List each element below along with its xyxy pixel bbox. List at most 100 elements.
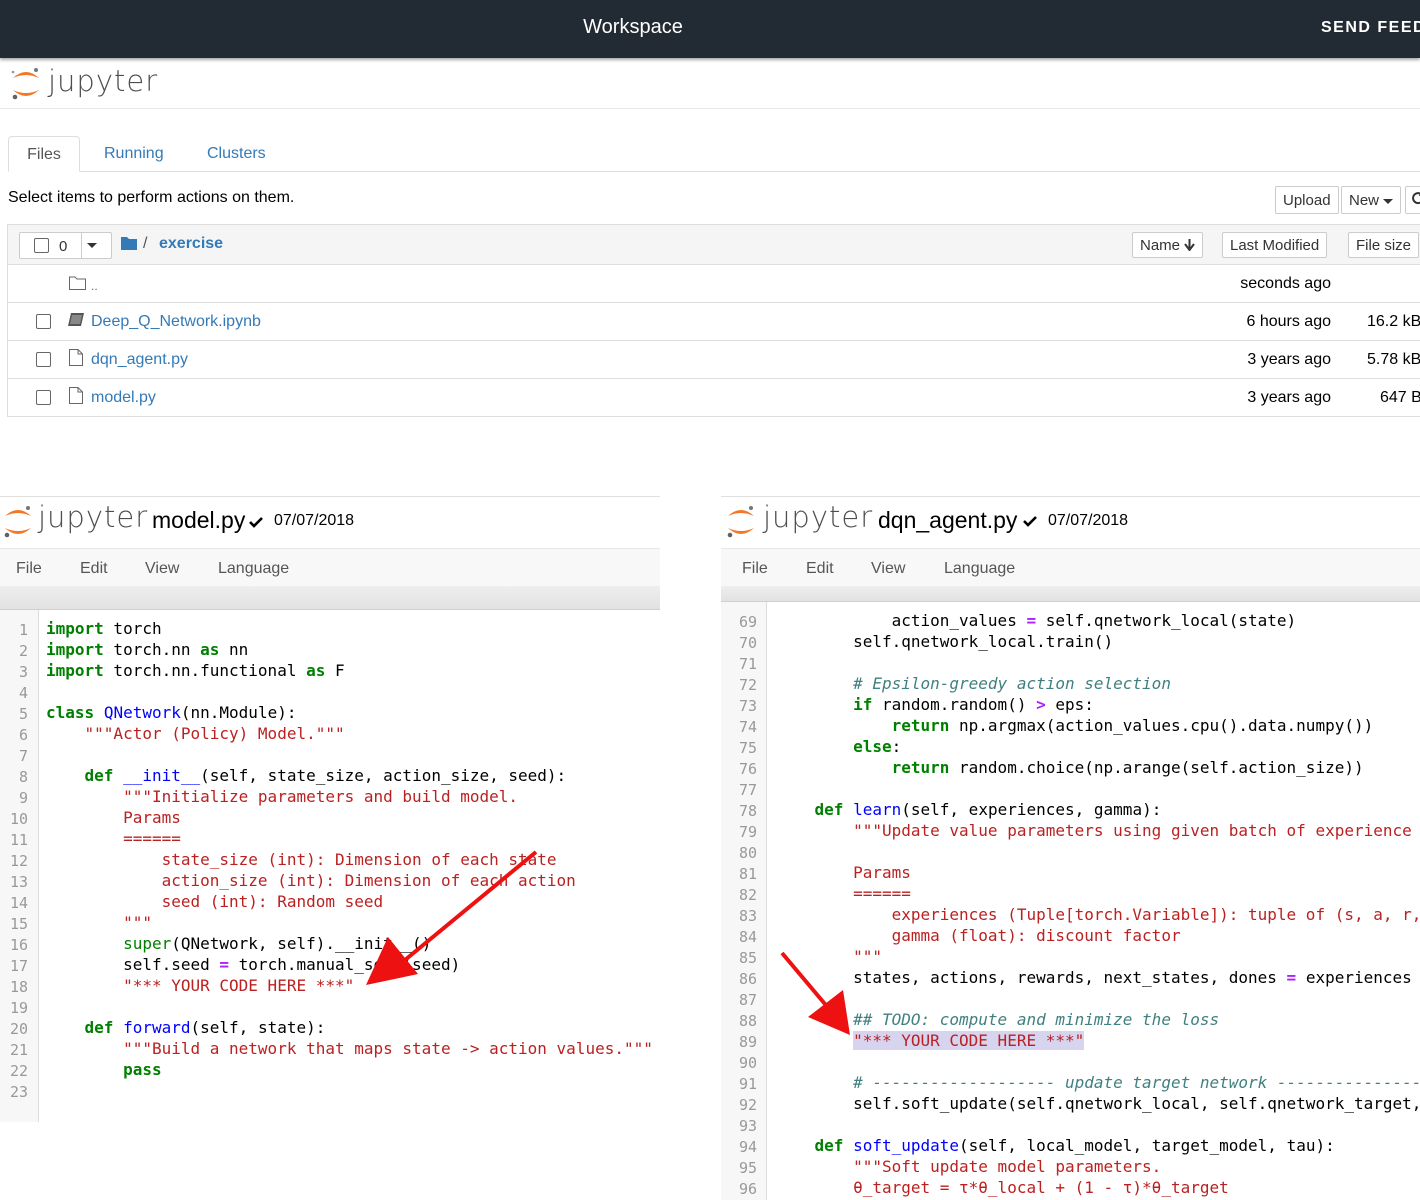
menu-edit[interactable]: Edit: [806, 560, 834, 578]
upload-button[interactable]: Upload: [1275, 186, 1339, 214]
row-checkbox[interactable]: [36, 314, 51, 329]
editor-date: 07/07/2018: [274, 512, 355, 529]
line-number: 15: [9, 915, 28, 933]
breadcrumb-exercise[interactable]: exercise: [159, 235, 223, 253]
folder-icon: [69, 276, 86, 290]
line-number: 74: [738, 718, 757, 736]
file-modified: 3 years ago: [1247, 351, 1331, 368]
list-item[interactable]: model.py 3 years ago 647 B: [8, 379, 1420, 417]
line-number: 75: [738, 739, 757, 757]
menu-language[interactable]: Language: [218, 560, 289, 578]
refresh-button[interactable]: [1405, 186, 1420, 214]
sort-name-label: Name: [1140, 237, 1181, 254]
line-number: 20: [9, 1020, 28, 1038]
header-divider: [0, 108, 1420, 109]
file-list: 0 / exercise Name Last Modified File siz…: [7, 224, 1420, 417]
line-number: 71: [738, 655, 757, 673]
editor-date: 07/07/2018: [1048, 512, 1129, 529]
menu-file[interactable]: File: [16, 560, 42, 578]
line-number: 19: [9, 999, 28, 1017]
sort-last-modified-button[interactable]: Last Modified: [1222, 232, 1328, 258]
line-number: 14: [9, 894, 28, 912]
line-number: 21: [9, 1041, 28, 1059]
file-name[interactable]: dqn_agent.py: [91, 351, 188, 369]
list-item[interactable]: .. seconds ago: [8, 265, 1420, 303]
row-checkbox[interactable]: [36, 390, 51, 405]
jupyter-logo-text: jupyter: [38, 500, 149, 534]
jupyter-logo[interactable]: jupyter: [10, 64, 157, 106]
file-modified: seconds ago: [1240, 275, 1331, 292]
tab-files[interactable]: Files: [8, 136, 80, 172]
line-number: 16: [9, 936, 28, 954]
line-number: 95: [738, 1159, 757, 1177]
send-feedback-button[interactable]: SEND FEED: [1321, 19, 1420, 37]
row-checkbox[interactable]: [36, 352, 51, 367]
line-number: 72: [738, 676, 757, 694]
sort-name-button[interactable]: Name: [1132, 232, 1204, 258]
line-number: 23: [9, 1083, 28, 1101]
file-icon: [69, 387, 83, 404]
line-number: 11: [9, 831, 28, 849]
line-number: 22: [9, 1062, 28, 1080]
line-number: 73: [738, 697, 757, 715]
line-number: 12: [9, 852, 28, 870]
editor-toolbar-strip: [721, 586, 1420, 602]
line-number: 94: [738, 1138, 757, 1156]
chevron-down-icon: [1383, 198, 1394, 204]
line-number: 86: [738, 970, 757, 988]
sort-file-size-button[interactable]: File size: [1348, 232, 1420, 258]
tab-clusters[interactable]: Clusters: [207, 136, 266, 172]
file-name[interactable]: ..: [91, 279, 98, 293]
menu-view[interactable]: View: [145, 560, 179, 578]
check-icon: [1023, 516, 1037, 527]
select-all-checkbox[interactable]: [34, 238, 49, 253]
folder-icon[interactable]: [121, 236, 137, 250]
line-number: 96: [738, 1180, 757, 1198]
editor-header: jupyter model.py 07/07/2018: [0, 496, 660, 548]
tab-running[interactable]: Running: [104, 136, 164, 172]
editor-menubar: File Edit View Language: [721, 548, 1420, 586]
line-number: 69: [738, 613, 757, 631]
editor-filename[interactable]: dqn_agent.py: [878, 507, 1017, 534]
chevron-down-icon[interactable]: [87, 243, 97, 248]
file-modified: 6 hours ago: [1246, 313, 1331, 330]
line-number: 2: [18, 642, 28, 660]
new-button[interactable]: New: [1341, 186, 1402, 214]
jupyter-logo-icon: [4, 506, 31, 538]
menu-view[interactable]: View: [871, 560, 905, 578]
editor-menubar: File Edit View Language: [0, 548, 660, 586]
line-number: 83: [738, 907, 757, 925]
file-name[interactable]: model.py: [91, 389, 156, 407]
line-number: 18: [9, 978, 28, 996]
list-item[interactable]: Deep_Q_Network.ipynb 6 hours ago 16.2 kB: [8, 303, 1420, 341]
line-number: 5: [18, 705, 28, 723]
selection-hint: Select items to perform actions on them.: [8, 189, 295, 206]
menu-language[interactable]: Language: [944, 560, 1015, 578]
list-item[interactable]: dqn_agent.py 3 years ago 5.78 kB: [8, 341, 1420, 379]
jupyter-logo[interactable]: jupyter: [2, 500, 147, 544]
jupyter-logo[interactable]: jupyter: [725, 500, 872, 544]
workspace-bar: Workspace SEND FEED: [0, 0, 1420, 58]
workspace-title: Workspace: [583, 16, 683, 38]
check-icon: [249, 517, 263, 528]
file-size: 16.2 kB: [1367, 313, 1420, 330]
file-name[interactable]: Deep_Q_Network.ipynb: [91, 313, 261, 331]
line-number: 77: [738, 781, 757, 799]
new-button-label: New: [1349, 192, 1380, 209]
line-number: 1: [18, 621, 28, 639]
editor-toolbar-strip: [0, 586, 660, 610]
line-number: 17: [9, 957, 28, 975]
menu-file[interactable]: File: [742, 560, 768, 578]
line-number: 13: [9, 873, 28, 891]
select-all-group[interactable]: 0: [19, 232, 112, 259]
menu-edit[interactable]: Edit: [80, 560, 108, 578]
line-number: 84: [738, 928, 757, 946]
file-size: 5.78 kB: [1367, 351, 1420, 368]
file-list-header: 0 / exercise Name Last Modified File siz…: [8, 225, 1420, 265]
editor-filename[interactable]: model.py: [152, 507, 245, 534]
jupyter-logo-icon: [727, 506, 754, 538]
line-number: 82: [738, 886, 757, 904]
line-number: 87: [738, 991, 757, 1009]
file-modified: 3 years ago: [1247, 389, 1331, 406]
line-number: 3: [18, 663, 28, 681]
